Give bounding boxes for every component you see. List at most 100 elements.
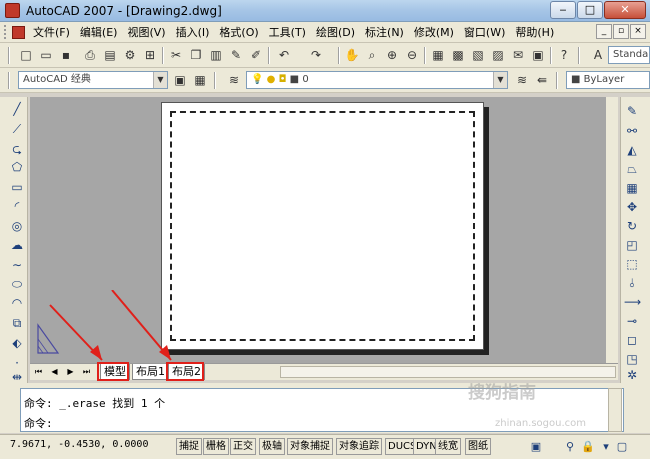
pan-icon[interactable]: ✋ bbox=[344, 47, 360, 63]
minimize-button[interactable]: ‒ bbox=[550, 1, 576, 19]
menu-tools[interactable]: 工具(T) bbox=[264, 24, 311, 40]
menu-modify[interactable]: 修改(M) bbox=[409, 24, 459, 40]
rotate-icon[interactable]: ↻ bbox=[624, 218, 640, 234]
design-center-icon[interactable]: ▩ bbox=[450, 47, 466, 63]
extend-icon[interactable]: ⟶ bbox=[624, 294, 641, 310]
my-workspace-icon[interactable]: ▦ bbox=[192, 72, 208, 88]
help-icon[interactable]: ? bbox=[556, 47, 572, 63]
print-icon[interactable]: ⎙ bbox=[82, 47, 98, 63]
grid-toggle[interactable]: 栅格 bbox=[203, 438, 229, 455]
rectangle-icon[interactable]: ▭ bbox=[9, 179, 25, 195]
object-track-toggle[interactable]: 对象追踪 bbox=[336, 438, 382, 455]
chevron-down-icon[interactable]: ▼ bbox=[153, 72, 167, 88]
block-editor-icon[interactable]: ✐ bbox=[248, 47, 264, 63]
make-current-layer-icon[interactable]: ≋ bbox=[514, 72, 530, 88]
revision-cloud-icon[interactable]: ☁ bbox=[9, 237, 25, 253]
menu-view[interactable]: 视图(V) bbox=[122, 24, 170, 40]
workspace-settings-icon[interactable]: ▣ bbox=[172, 72, 188, 88]
trim-icon[interactable]: ⫰ bbox=[624, 275, 640, 291]
zoom-realtime-icon[interactable]: ⌕ bbox=[364, 47, 380, 63]
erase-icon[interactable]: ✎ bbox=[624, 103, 640, 119]
menu-insert[interactable]: 插入(I) bbox=[171, 24, 215, 40]
toolbar-lock-icon[interactable]: 🔒 bbox=[580, 439, 596, 455]
document-icon[interactable] bbox=[12, 25, 25, 39]
fillet-icon[interactable]: ◳ bbox=[624, 351, 640, 367]
maximize-viewport-icon[interactable]: ▣ bbox=[528, 439, 544, 455]
calculator-icon[interactable]: ▣ bbox=[530, 47, 546, 63]
stretch-icon[interactable]: ⬚ bbox=[624, 256, 640, 272]
array-icon[interactable]: ▦ bbox=[624, 180, 640, 196]
workspace-select[interactable]: AutoCAD 经典 ▼ bbox=[18, 71, 168, 89]
offset-icon[interactable]: ⏢ bbox=[624, 161, 640, 177]
vertical-scrollbar[interactable] bbox=[606, 97, 618, 363]
line-icon[interactable]: ╱ bbox=[9, 101, 25, 117]
zoom-previous-icon[interactable]: ⊖ bbox=[404, 47, 420, 63]
horizontal-scrollbar[interactable] bbox=[280, 366, 616, 378]
menu-file[interactable]: 文件(F) bbox=[28, 24, 75, 40]
chevron-down-icon[interactable]: ▼ bbox=[493, 72, 507, 88]
explode-icon[interactable]: ✲ bbox=[624, 367, 640, 383]
doc-restore-button[interactable]: ▫ bbox=[613, 24, 629, 39]
plot-icon[interactable]: ⊞ bbox=[142, 47, 158, 63]
menu-format[interactable]: 格式(O) bbox=[214, 24, 263, 40]
paste-icon[interactable]: ▥ bbox=[208, 47, 224, 63]
toolbar-grip[interactable] bbox=[4, 25, 8, 39]
menu-window[interactable]: 窗口(W) bbox=[459, 24, 510, 40]
doc-close-button[interactable]: × bbox=[630, 24, 646, 39]
snap-toggle[interactable]: 捕捉 bbox=[176, 438, 202, 455]
doc-minimize-button[interactable]: _ bbox=[596, 24, 612, 39]
new-file-icon[interactable]: □ bbox=[18, 47, 34, 63]
paper-model-toggle[interactable]: 图纸 bbox=[465, 438, 491, 455]
undo-icon[interactable]: ↶ bbox=[276, 47, 292, 63]
communication-center-icon[interactable]: ⚲ bbox=[562, 439, 578, 455]
menu-dimension[interactable]: 标注(N) bbox=[360, 24, 409, 40]
move-icon[interactable]: ✥ bbox=[624, 199, 640, 215]
ortho-toggle[interactable]: 正交 bbox=[230, 438, 256, 455]
scale-icon[interactable]: ◰ bbox=[624, 237, 640, 253]
menu-help[interactable]: 帮助(H) bbox=[510, 24, 559, 40]
text-style-select[interactable]: Standa bbox=[608, 46, 650, 64]
ellipse-arc-icon[interactable]: ◠ bbox=[9, 295, 25, 311]
polygon-icon[interactable]: ⬠ bbox=[9, 159, 25, 175]
ellipse-icon[interactable]: ⬭ bbox=[9, 276, 25, 292]
redo-icon[interactable]: ↷ bbox=[308, 47, 324, 63]
markup-icon[interactable]: ✉ bbox=[510, 47, 526, 63]
zoom-window-icon[interactable]: ⊕ bbox=[384, 47, 400, 63]
print-preview-icon[interactable]: ▤ bbox=[102, 47, 118, 63]
spline-icon[interactable]: ∼ bbox=[9, 257, 25, 273]
circle-icon[interactable]: ◎ bbox=[9, 218, 25, 234]
copy-object-icon[interactable]: ⚯ bbox=[624, 123, 640, 139]
cut-icon[interactable]: ✂ bbox=[168, 47, 184, 63]
sheet-set-icon[interactable]: ▨ bbox=[490, 47, 506, 63]
clean-screen-icon[interactable]: ▢ bbox=[614, 439, 630, 455]
publish-icon[interactable]: ⚙ bbox=[122, 47, 138, 63]
menu-draw[interactable]: 绘图(D) bbox=[311, 24, 360, 40]
insert-block-icon[interactable]: ⧉ bbox=[9, 315, 25, 331]
layer-manager-icon[interactable]: ≋ bbox=[226, 72, 242, 88]
object-snap-toggle[interactable]: 对象捕捉 bbox=[287, 438, 333, 455]
properties-icon[interactable]: ▦ bbox=[430, 47, 446, 63]
copy-icon[interactable]: ❐ bbox=[188, 47, 204, 63]
mirror-icon[interactable]: ◭ bbox=[624, 142, 640, 158]
maximize-button[interactable]: □ bbox=[577, 1, 603, 19]
chamfer-icon[interactable]: ◻ bbox=[624, 332, 640, 348]
polyline-icon[interactable]: ⮎ bbox=[9, 141, 25, 157]
status-menu-arrow-icon[interactable]: ▾ bbox=[598, 439, 614, 455]
tool-palettes-icon[interactable]: ▧ bbox=[470, 47, 486, 63]
arc-icon[interactable]: ◜ bbox=[9, 198, 25, 214]
layer-select[interactable]: 💡 ● ◘ ■ 0 ▼ bbox=[246, 71, 508, 89]
command-scrollbar[interactable] bbox=[608, 388, 622, 432]
make-block-icon[interactable]: ⬖ bbox=[9, 335, 25, 351]
close-button[interactable]: ✕ bbox=[604, 1, 646, 19]
save-icon[interactable]: ▪ bbox=[58, 47, 74, 63]
match-properties-icon[interactable]: ✎ bbox=[228, 47, 244, 63]
command-prompt-line[interactable]: 命令: bbox=[24, 415, 53, 431]
menu-edit[interactable]: 编辑(E) bbox=[75, 24, 123, 40]
polar-toggle[interactable]: 极轴 bbox=[259, 438, 285, 455]
construction-line-icon[interactable]: ⟋ bbox=[9, 121, 25, 137]
color-select[interactable]: ■ ByLayer bbox=[566, 71, 650, 89]
autocad-app-icon[interactable] bbox=[5, 3, 20, 18]
text-style-icon[interactable]: A bbox=[590, 47, 606, 63]
open-file-icon[interactable]: ▭ bbox=[38, 47, 54, 63]
lineweight-toggle[interactable]: 线宽 bbox=[435, 438, 461, 455]
